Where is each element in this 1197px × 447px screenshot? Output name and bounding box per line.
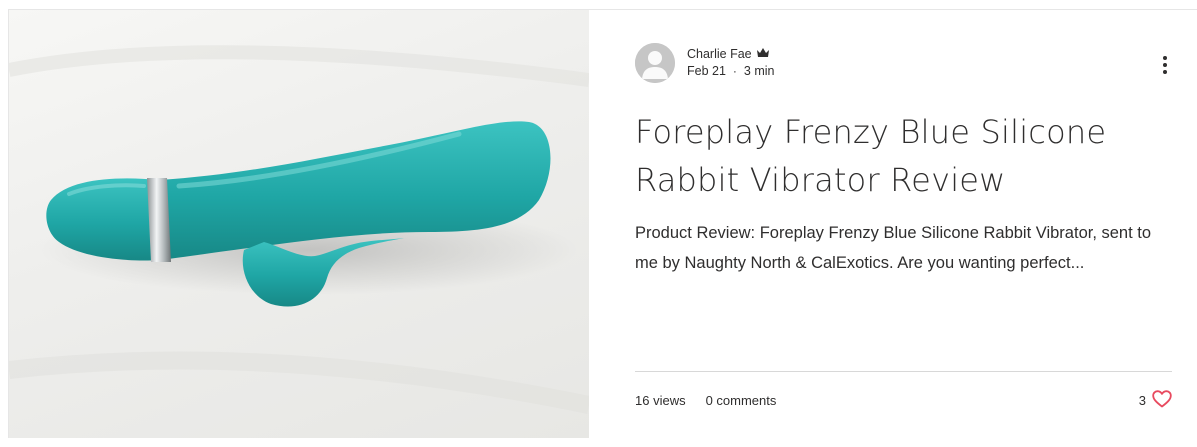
likes-count: 3: [1138, 393, 1146, 408]
user-avatar-icon: [635, 43, 675, 83]
author-row: Charlie Fae Feb 21 · 3 min: [635, 43, 775, 83]
more-options-button[interactable]: [1155, 53, 1175, 77]
views-count: 16 views: [635, 393, 686, 408]
post-title[interactable]: Foreplay Frenzy Blue Silicone Rabbit Vib…: [635, 108, 1155, 204]
product-photo: [9, 45, 589, 414]
read-time: 3 min: [743, 64, 775, 78]
more-dot: [1163, 63, 1167, 67]
post-excerpt[interactable]: Product Review: Foreplay Frenzy Blue Sil…: [635, 218, 1175, 278]
author-avatar[interactable]: [635, 43, 675, 83]
more-dot: [1163, 70, 1167, 74]
author-name[interactable]: Charlie Fae: [687, 46, 752, 63]
heart-icon[interactable]: [1152, 390, 1172, 411]
post-stats: 16 views 0 comments: [635, 393, 776, 408]
likes: 3: [1139, 390, 1172, 411]
blog-post-card[interactable]: Charlie Fae Feb 21 · 3 min Foreplay Fren…: [8, 9, 1197, 438]
meta-separator: ·: [732, 64, 737, 78]
crown-icon: [756, 46, 770, 63]
post-date: Feb 21: [687, 64, 726, 78]
post-cover-image[interactable]: [9, 10, 589, 438]
divider: [635, 371, 1172, 372]
comments-link[interactable]: 0 comments: [706, 393, 777, 408]
post-meta: Charlie Fae Feb 21 · 3 min: [687, 46, 775, 80]
more-dots-icon: [1163, 56, 1167, 60]
post-content: Charlie Fae Feb 21 · 3 min Foreplay Fren…: [589, 10, 1197, 438]
